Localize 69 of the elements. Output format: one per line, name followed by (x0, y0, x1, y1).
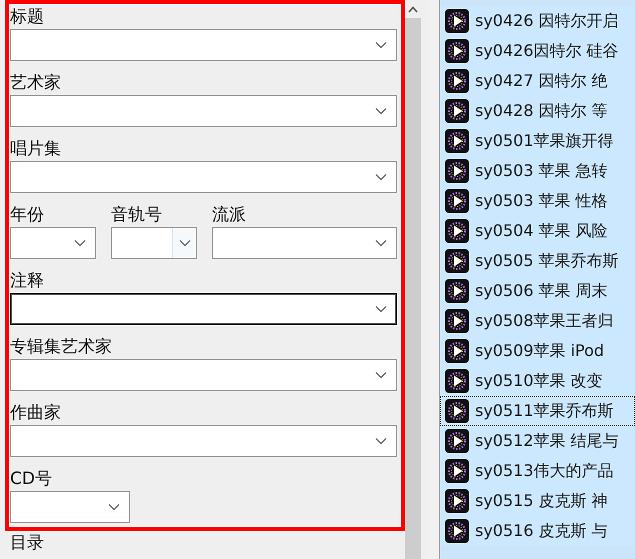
media-file-icon (445, 219, 469, 243)
media-file-icon (445, 519, 469, 543)
file-list-item[interactable]: sy0504 苹果 风险 (440, 216, 635, 246)
media-file-icon (445, 399, 469, 423)
dropdown-field[interactable] (10, 95, 397, 127)
dropdown-field[interactable] (10, 359, 397, 391)
file-list-item[interactable]: sy0511苹果乔布斯 (440, 396, 635, 426)
file-list-item[interactable]: sy0510苹果 改变 (440, 366, 635, 396)
field-label: 目录 (10, 532, 45, 555)
dropdown-field[interactable] (10, 227, 96, 259)
file-list-item[interactable]: sy0426 因特尔开启 (440, 6, 635, 36)
file-list-item[interactable]: sy0501苹果旗开得 (440, 126, 635, 156)
file-list-item[interactable]: sy0505 苹果乔布斯 (440, 246, 635, 276)
field-label: CD号 (10, 468, 53, 491)
field-label: 音轨号 (111, 204, 163, 227)
media-file-icon (445, 39, 469, 63)
dropdown-field[interactable] (212, 227, 397, 259)
dropdown-field[interactable] (10, 293, 397, 325)
media-file-icon (445, 429, 469, 453)
media-file-icon (445, 309, 469, 333)
file-list-item[interactable]: sy0428 因特尔 等 (440, 96, 635, 126)
media-file-icon (445, 129, 469, 153)
media-file-icon (445, 99, 469, 123)
media-file-icon (445, 189, 469, 213)
file-list-item[interactable]: sy0503 苹果 急转 (440, 156, 635, 186)
file-list-item[interactable]: sy0506 苹果 周末 (440, 276, 635, 306)
dropdown-field[interactable] (111, 227, 197, 259)
file-list-item[interactable]: sy0512苹果 结尾与 (440, 426, 635, 456)
dropdown-field[interactable] (10, 425, 397, 457)
chevron-down-icon (375, 239, 387, 247)
media-file-icon (445, 9, 469, 33)
chevron-down-icon (108, 503, 120, 511)
dropdown-field[interactable] (10, 161, 397, 193)
field-label: 唱片集 (10, 138, 62, 161)
scroll-up-icon[interactable] (408, 6, 418, 12)
scrollbar-thumb[interactable] (405, 18, 421, 559)
file-list-item[interactable]: sy0426因特尔 硅谷 (440, 36, 635, 66)
dropdown-field[interactable] (10, 29, 397, 61)
field-label: 年份 (10, 204, 45, 227)
chevron-down-icon (375, 107, 387, 115)
chevron-down-icon (375, 41, 387, 49)
field-label: 作曲家 (10, 402, 62, 425)
chevron-down-icon (74, 239, 86, 247)
chevron-down-icon (375, 437, 387, 445)
file-list-item[interactable]: sy0515 皮克斯 神 (440, 486, 635, 516)
media-file-icon (445, 159, 469, 183)
chevron-down-icon (178, 239, 190, 247)
chevron-down-icon (375, 173, 387, 181)
media-file-icon (445, 279, 469, 303)
file-list-item[interactable]: sy0427 因特尔 绝 (440, 66, 635, 96)
file-list-item[interactable]: sy0508苹果王者归 (440, 306, 635, 336)
field-label: 专辑集艺术家 (10, 336, 113, 359)
field-label: 注释 (10, 270, 45, 293)
file-list-item[interactable]: sy0503 苹果 性格 (440, 186, 635, 216)
media-file-icon (445, 489, 469, 513)
media-file-icon (445, 249, 469, 273)
chevron-down-icon (375, 371, 387, 379)
media-file-icon (445, 339, 469, 363)
media-file-icon (445, 459, 469, 483)
field-label: 标题 (10, 6, 45, 29)
media-file-icon (445, 369, 469, 393)
field-label: 艺术家 (10, 72, 62, 95)
file-list-item[interactable]: sy0516 皮克斯 与 (440, 516, 635, 546)
file-list-item[interactable]: sy0509苹果 iPod (440, 336, 635, 366)
field-label: 流派 (212, 204, 247, 227)
chevron-down-icon (375, 305, 387, 313)
file-list-item[interactable]: sy0513伟大的产品 (440, 456, 635, 486)
dropdown-field[interactable] (10, 491, 130, 523)
media-file-icon (445, 69, 469, 93)
